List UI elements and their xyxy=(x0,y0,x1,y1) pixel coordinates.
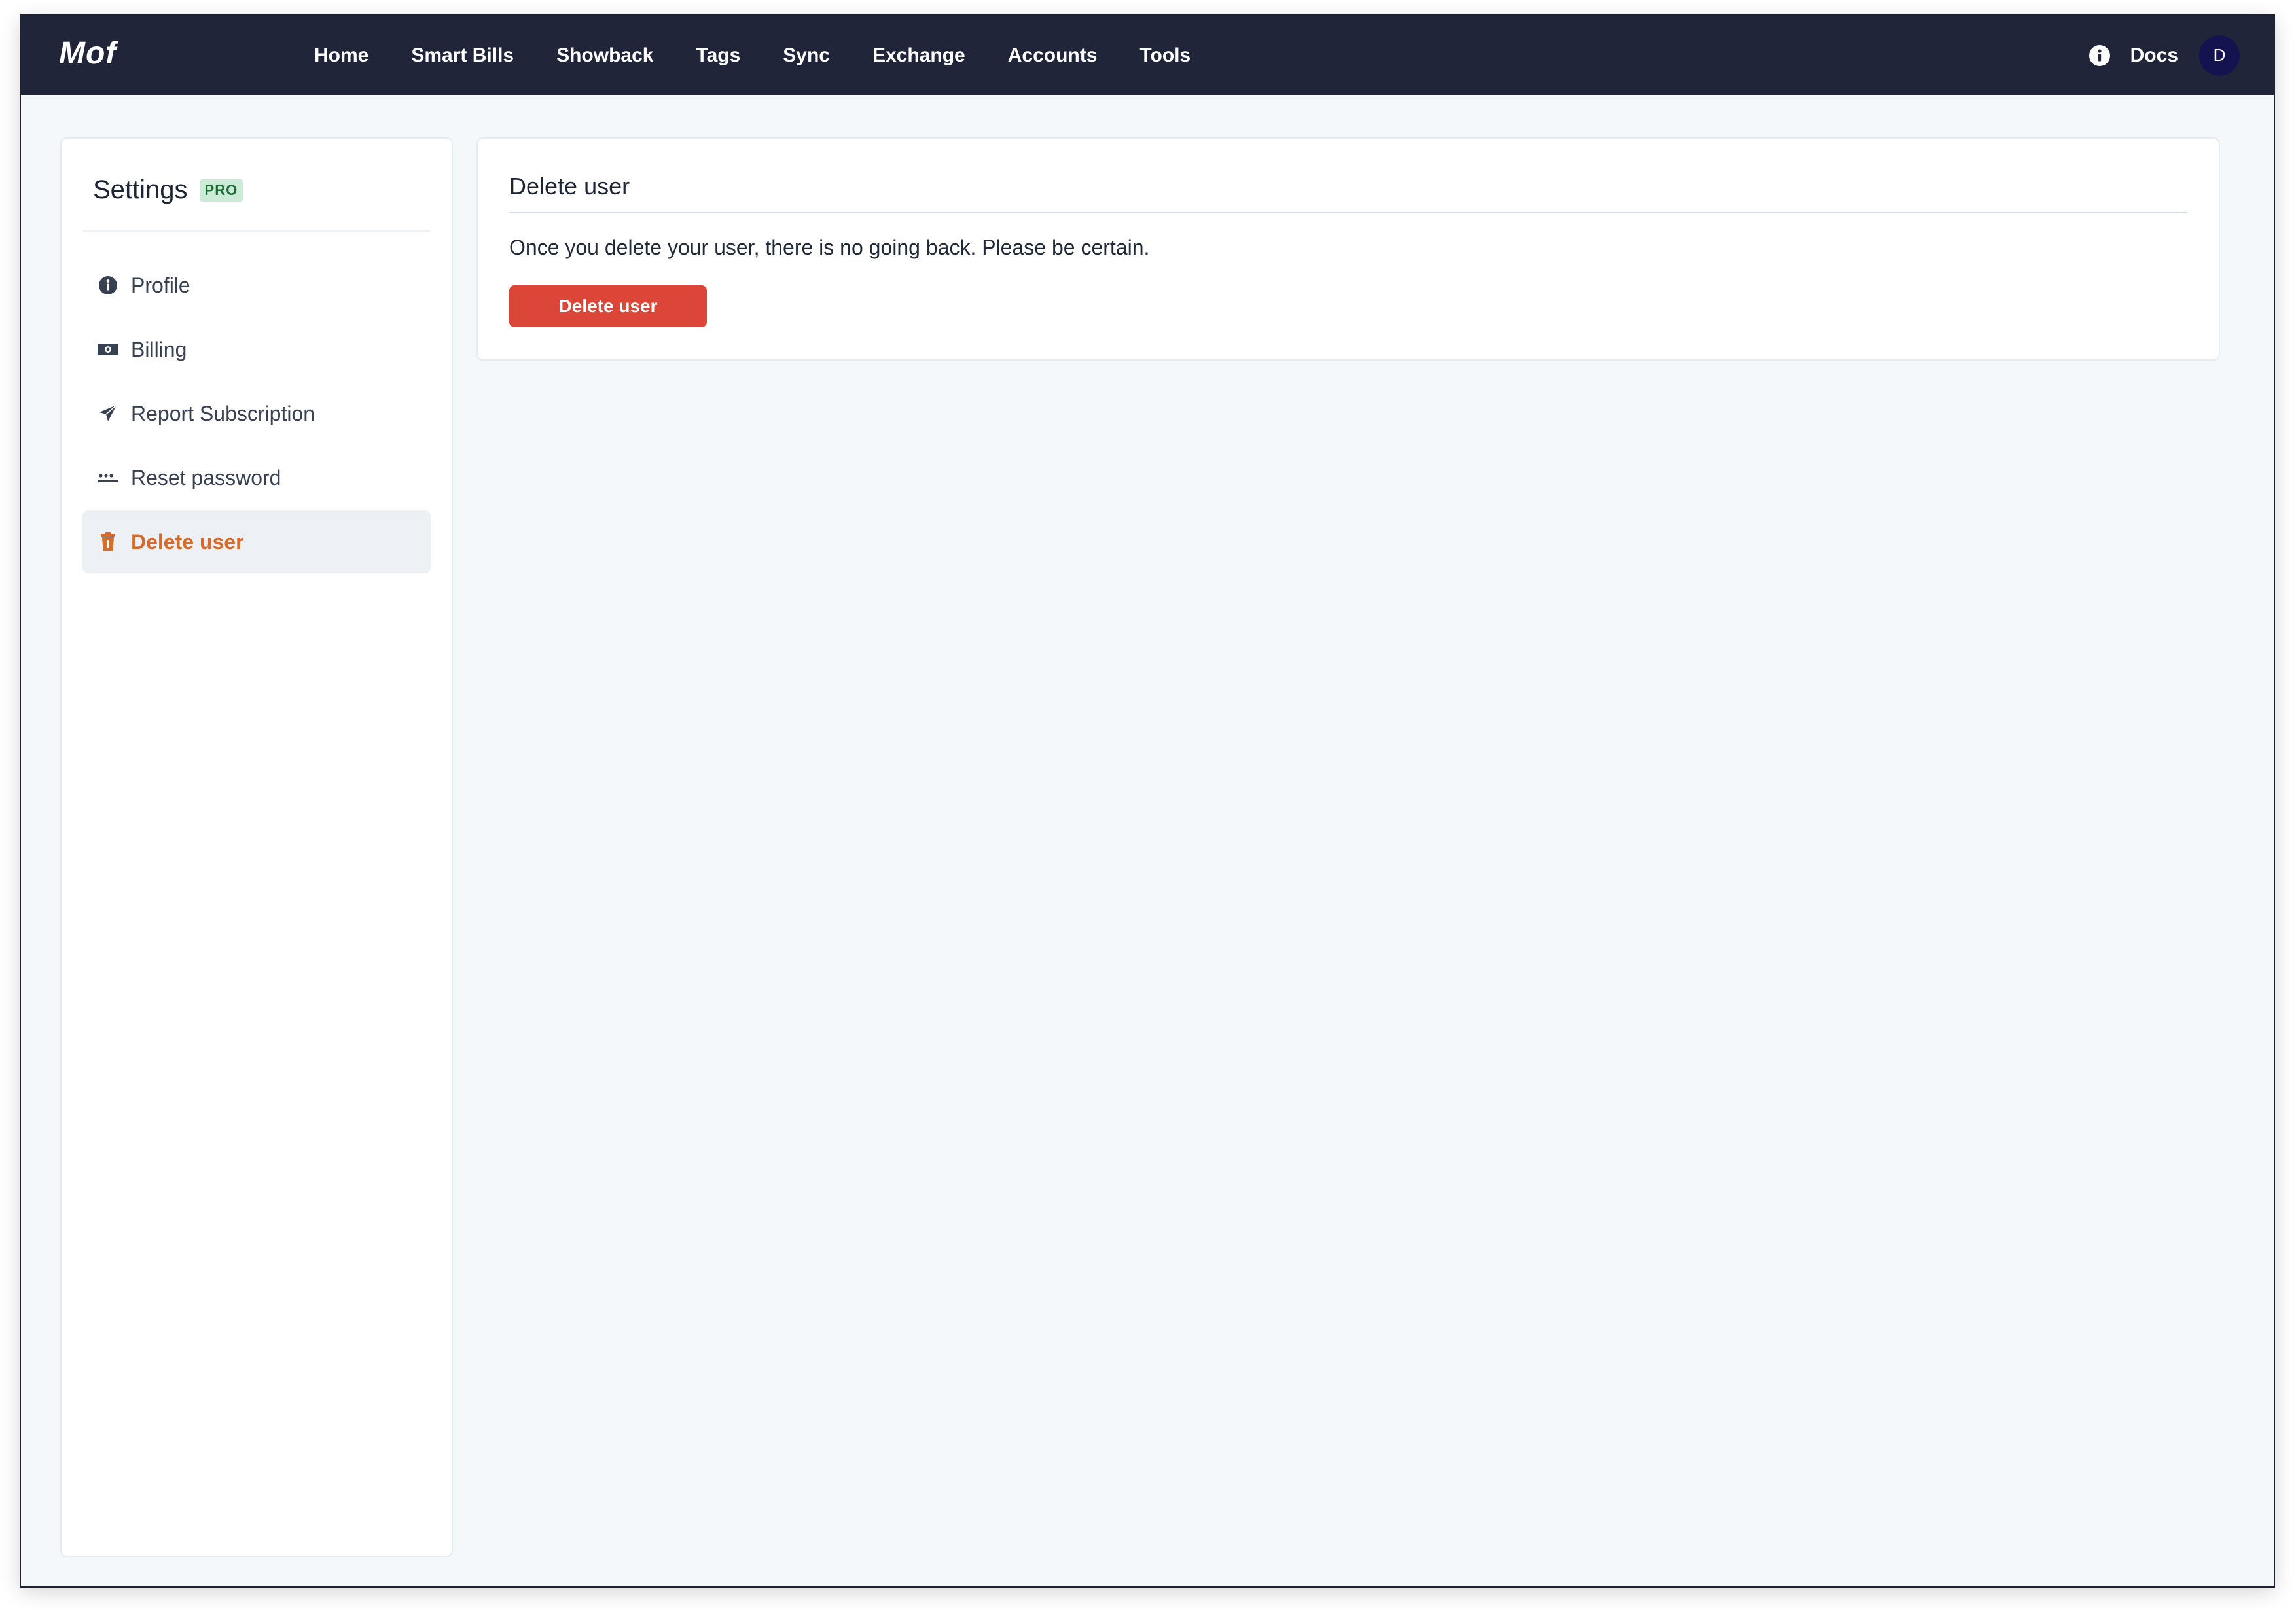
app-logo[interactable]: Mof xyxy=(59,34,117,73)
nav-right-group: Docs D xyxy=(2089,16,2240,95)
settings-sidebar: Settings PRO Profile Billing Report Subs… xyxy=(60,137,453,1557)
page-scrollbar[interactable] xyxy=(2266,95,2274,1586)
card-divider xyxy=(509,212,2187,213)
docs-link[interactable]: Docs xyxy=(2130,44,2178,67)
money-bill-icon xyxy=(97,338,119,361)
sidebar-item-reset-password[interactable]: Reset password xyxy=(82,446,431,509)
sidebar-item-label: Billing xyxy=(131,337,187,361)
nav-home[interactable]: Home xyxy=(314,44,368,67)
sidebar-divider xyxy=(82,230,431,232)
user-avatar[interactable]: D xyxy=(2199,35,2240,76)
sidebar-item-label: Delete user xyxy=(131,529,244,554)
nav-showback[interactable]: Showback xyxy=(556,44,653,67)
top-navbar: Mof Home Smart Bills Showback Tags Sync … xyxy=(21,16,2274,95)
nav-tools[interactable]: Tools xyxy=(1139,44,1191,67)
sidebar-item-profile[interactable]: Profile xyxy=(82,254,431,317)
info-circle-icon xyxy=(97,274,119,296)
main-nav: Home Smart Bills Showback Tags Sync Exch… xyxy=(314,16,1233,95)
warning-text: Once you delete your user, there is no g… xyxy=(509,236,1150,259)
sidebar-item-billing[interactable]: Billing xyxy=(82,318,431,381)
nav-sync[interactable]: Sync xyxy=(783,44,830,67)
sidebar-item-report-subscription[interactable]: Report Subscription xyxy=(82,382,431,445)
sidebar-title: Settings xyxy=(93,175,188,204)
password-dots-icon xyxy=(97,467,119,489)
trash-icon xyxy=(97,531,119,553)
nav-exchange[interactable]: Exchange xyxy=(872,44,965,67)
card-title: Delete user xyxy=(509,173,630,200)
app-window: Mof Home Smart Bills Showback Tags Sync … xyxy=(21,16,2274,1586)
pro-badge: PRO xyxy=(199,179,243,202)
sidebar-item-label: Reset password xyxy=(131,465,281,489)
sidebar-menu: Profile Billing Report Subscription Rese… xyxy=(82,254,431,575)
delete-user-button[interactable]: Delete user xyxy=(509,285,707,327)
sidebar-item-label: Report Subscription xyxy=(131,401,315,425)
sidebar-item-label: Profile xyxy=(131,273,190,297)
sidebar-item-delete-user[interactable]: Delete user xyxy=(82,510,431,573)
sidebar-header: Settings PRO xyxy=(93,175,243,205)
paper-plane-icon xyxy=(97,402,119,425)
nav-accounts[interactable]: Accounts xyxy=(1008,44,1098,67)
delete-user-card: Delete user Once you delete your user, t… xyxy=(476,137,2220,361)
info-circle-icon[interactable] xyxy=(2089,44,2111,67)
nav-tags[interactable]: Tags xyxy=(696,44,740,67)
nav-smart-bills[interactable]: Smart Bills xyxy=(411,44,514,67)
